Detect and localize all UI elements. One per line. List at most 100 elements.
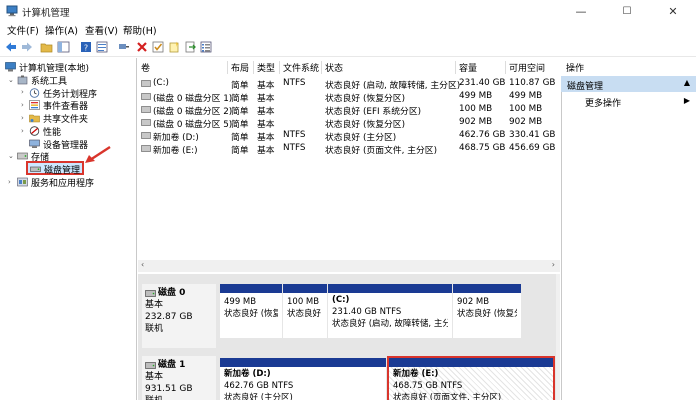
table-row[interactable]: (磁盘 0 磁盘分区 1) 简单 基本 状态良好 (恢复分区) 499 MB 499 MB xyxy=(138,90,560,104)
chevron-down-icon[interactable]: ⌄ xyxy=(8,76,14,84)
partition-title: (C:) xyxy=(332,295,350,305)
chevron-right-icon[interactable]: › xyxy=(21,114,24,122)
clock-icon xyxy=(29,88,40,98)
cell-free-space: 110.87 GB xyxy=(509,78,556,88)
delete-icon[interactable] xyxy=(135,40,148,53)
disk-1-name: 磁盘 1 xyxy=(158,360,186,370)
actions-section-label: 磁盘管理 xyxy=(567,82,604,92)
disk-graphical-view: 磁盘 0 基本 232.87 GB 联机 499 MB 状态良好 (恢复分区) … xyxy=(138,274,560,400)
more-actions-item[interactable]: 更多操作 ▶ xyxy=(561,94,696,109)
chevron-right-icon[interactable]: › xyxy=(21,127,24,135)
table-row[interactable]: 新加卷 (D:) 简单 基本 NTFS 状态良好 (主分区) 462.76 GB 330.4… xyxy=(138,129,560,143)
chevron-right-icon[interactable]: › xyxy=(8,178,11,186)
forward-icon[interactable] xyxy=(20,40,33,53)
menu-action[interactable]: 操作(A) xyxy=(45,23,78,37)
minimize-button[interactable]: — xyxy=(558,0,604,22)
cell-status: 状态良好 (页面文件, 主分区) xyxy=(325,146,438,156)
chevron-right-icon[interactable]: › xyxy=(21,88,24,96)
tree-label-root: 计算机管理(本地) xyxy=(19,63,90,74)
view-list-icon[interactable] xyxy=(199,40,212,53)
cell-capacity: 100 MB xyxy=(459,104,493,114)
disk-0-info[interactable]: 磁盘 0 基本 232.87 GB 联机 xyxy=(142,284,216,348)
scroll-right-icon[interactable]: › xyxy=(552,260,555,269)
partition-size: 499 MB xyxy=(224,297,257,307)
column-header-free-space[interactable]: 可用空间 xyxy=(506,61,560,74)
partition-status: 状态良好 (恢复分区) xyxy=(224,309,278,319)
partition-bar xyxy=(328,284,452,293)
disk-0-type: 基本 xyxy=(145,300,164,310)
cell-volume: 新加卷 (E:) xyxy=(153,146,198,156)
tree-item-services-apps[interactable]: 服务和应用程序 xyxy=(17,176,94,189)
column-header-filesystem[interactable]: 文件系统 xyxy=(280,61,322,74)
tree-label-performance: 性能 xyxy=(43,127,62,138)
tree-item-performance[interactable]: 性能 xyxy=(29,125,62,138)
tree-item-shared-folders[interactable]: 共享文件夹 xyxy=(29,112,89,125)
back-icon[interactable] xyxy=(4,40,17,53)
tree-item-event-viewer[interactable]: 事件查看器 xyxy=(29,99,88,112)
column-header-capacity[interactable]: 容量 xyxy=(456,61,506,74)
maximize-button[interactable]: ☐ xyxy=(604,0,650,22)
services-icon xyxy=(17,177,28,187)
vertical-scrollbar[interactable] xyxy=(556,274,560,400)
new-icon[interactable] xyxy=(167,40,180,53)
volume-table: 卷 布局 类型 文件系统 状态 容量 可用空间 (C:) 简单 基本 NTFS 状态良好… xyxy=(138,58,560,266)
disk-0-partition-1[interactable]: 499 MB 状态良好 (恢复分区) xyxy=(220,284,282,338)
tree-item-system-tools[interactable]: 系统工具 xyxy=(17,74,67,87)
disk-0-name: 磁盘 0 xyxy=(158,288,186,298)
column-header-type[interactable]: 类型 xyxy=(254,61,280,74)
partition-status: 状态良好 (恢复分区 xyxy=(457,309,517,319)
menu-help[interactable]: 帮助(H) xyxy=(123,23,157,37)
horizontal-scrollbar[interactable]: ‹ › xyxy=(138,260,560,272)
disk-0-partition-c[interactable]: (C:) 231.40 GB NTFS 状态良好 (启动, 故障转储, 主分区 xyxy=(328,284,452,338)
table-row[interactable]: 新加卷 (E:) 简单 基本 NTFS 状态良好 (页面文件, 主分区) 468.75 G… xyxy=(138,142,560,156)
tree-item-disk-management[interactable]: 磁盘管理 xyxy=(30,163,80,176)
menu-view[interactable]: 查看(V) xyxy=(85,23,118,37)
partition-size: 468.75 GB NTFS xyxy=(393,381,463,391)
tools-icon xyxy=(17,75,28,85)
table-row[interactable]: (C:) 简单 基本 NTFS 状态良好 (启动, 故障转储, 主分区) 231.40 G… xyxy=(138,77,560,91)
export-icon[interactable] xyxy=(183,40,196,53)
collapse-up-icon[interactable]: ▲ xyxy=(684,78,690,87)
partition-bar xyxy=(220,358,386,367)
table-row[interactable]: (磁盘 0 磁盘分区 5) 简单 基本 状态良好 (恢复分区) 902 MB 902 MB xyxy=(138,116,560,130)
disk-1-info[interactable]: 磁盘 1 基本 931.51 GB 联机 xyxy=(142,356,216,400)
tree-item-root[interactable]: 计算机管理(本地) xyxy=(5,61,90,74)
folder-up-icon[interactable] xyxy=(40,40,53,53)
column-header-volume[interactable]: 卷 xyxy=(138,61,228,74)
performance-icon xyxy=(29,126,40,136)
column-header-layout[interactable]: 布局 xyxy=(228,61,254,74)
disk-icon xyxy=(145,289,156,297)
more-actions-label: 更多操作 xyxy=(585,99,622,109)
disk-1-partition-e[interactable]: 新加卷 (E:) 468.75 GB NTFS 状态良好 (页面文件, 主分区) xyxy=(387,356,555,400)
tree-item-storage[interactable]: 存储 xyxy=(17,150,49,163)
actions-section-disk-management[interactable]: 磁盘管理 ▲ xyxy=(561,76,696,92)
disk-0-partition-5[interactable]: 902 MB 状态良好 (恢复分区 xyxy=(453,284,521,338)
chevron-down-icon[interactable]: ⌄ xyxy=(8,152,14,160)
table-row[interactable]: (磁盘 0 磁盘分区 2) 简单 基本 状态良好 (EFI 系统分区) 100 MB 10… xyxy=(138,103,560,117)
help-icon[interactable]: ? xyxy=(79,40,92,53)
window-title: 计算机管理 xyxy=(22,8,70,19)
cell-free-space: 100 MB xyxy=(509,104,543,114)
toolbar: ? xyxy=(0,37,696,57)
menu-bar: 文件(F) 操作(A) 查看(V) 帮助(H) xyxy=(0,22,696,37)
chevron-right-icon: ▶ xyxy=(683,96,690,105)
check-icon[interactable] xyxy=(151,40,164,53)
cell-free-space: 902 MB xyxy=(509,117,543,127)
disk-1-partition-d[interactable]: 新加卷 (D:) 462.76 GB NTFS 状态良好 (主分区) xyxy=(220,358,386,400)
properties-icon[interactable] xyxy=(95,40,108,53)
disk-0-partition-2[interactable]: 100 MB 状态良好 (EF xyxy=(283,284,327,338)
close-button[interactable]: ✕ xyxy=(650,0,696,22)
tree-label-shared-folders: 共享文件夹 xyxy=(43,114,89,125)
column-header-status[interactable]: 状态 xyxy=(322,61,456,74)
scroll-left-icon[interactable]: ‹ xyxy=(141,260,144,269)
chevron-right-icon[interactable]: › xyxy=(21,101,24,109)
connect-icon[interactable] xyxy=(117,40,130,53)
volume-icon xyxy=(141,106,151,113)
partition-size: 462.76 GB NTFS xyxy=(224,381,294,391)
console-tree-icon[interactable] xyxy=(57,40,70,53)
tree-item-device-manager[interactable]: 设备管理器 xyxy=(29,138,88,151)
cell-filesystem: NTFS xyxy=(283,143,306,153)
tree-item-task-scheduler[interactable]: 任务计划程序 xyxy=(29,87,97,100)
menu-file[interactable]: 文件(F) xyxy=(7,23,39,37)
cell-capacity: 462.76 GB xyxy=(459,130,506,140)
